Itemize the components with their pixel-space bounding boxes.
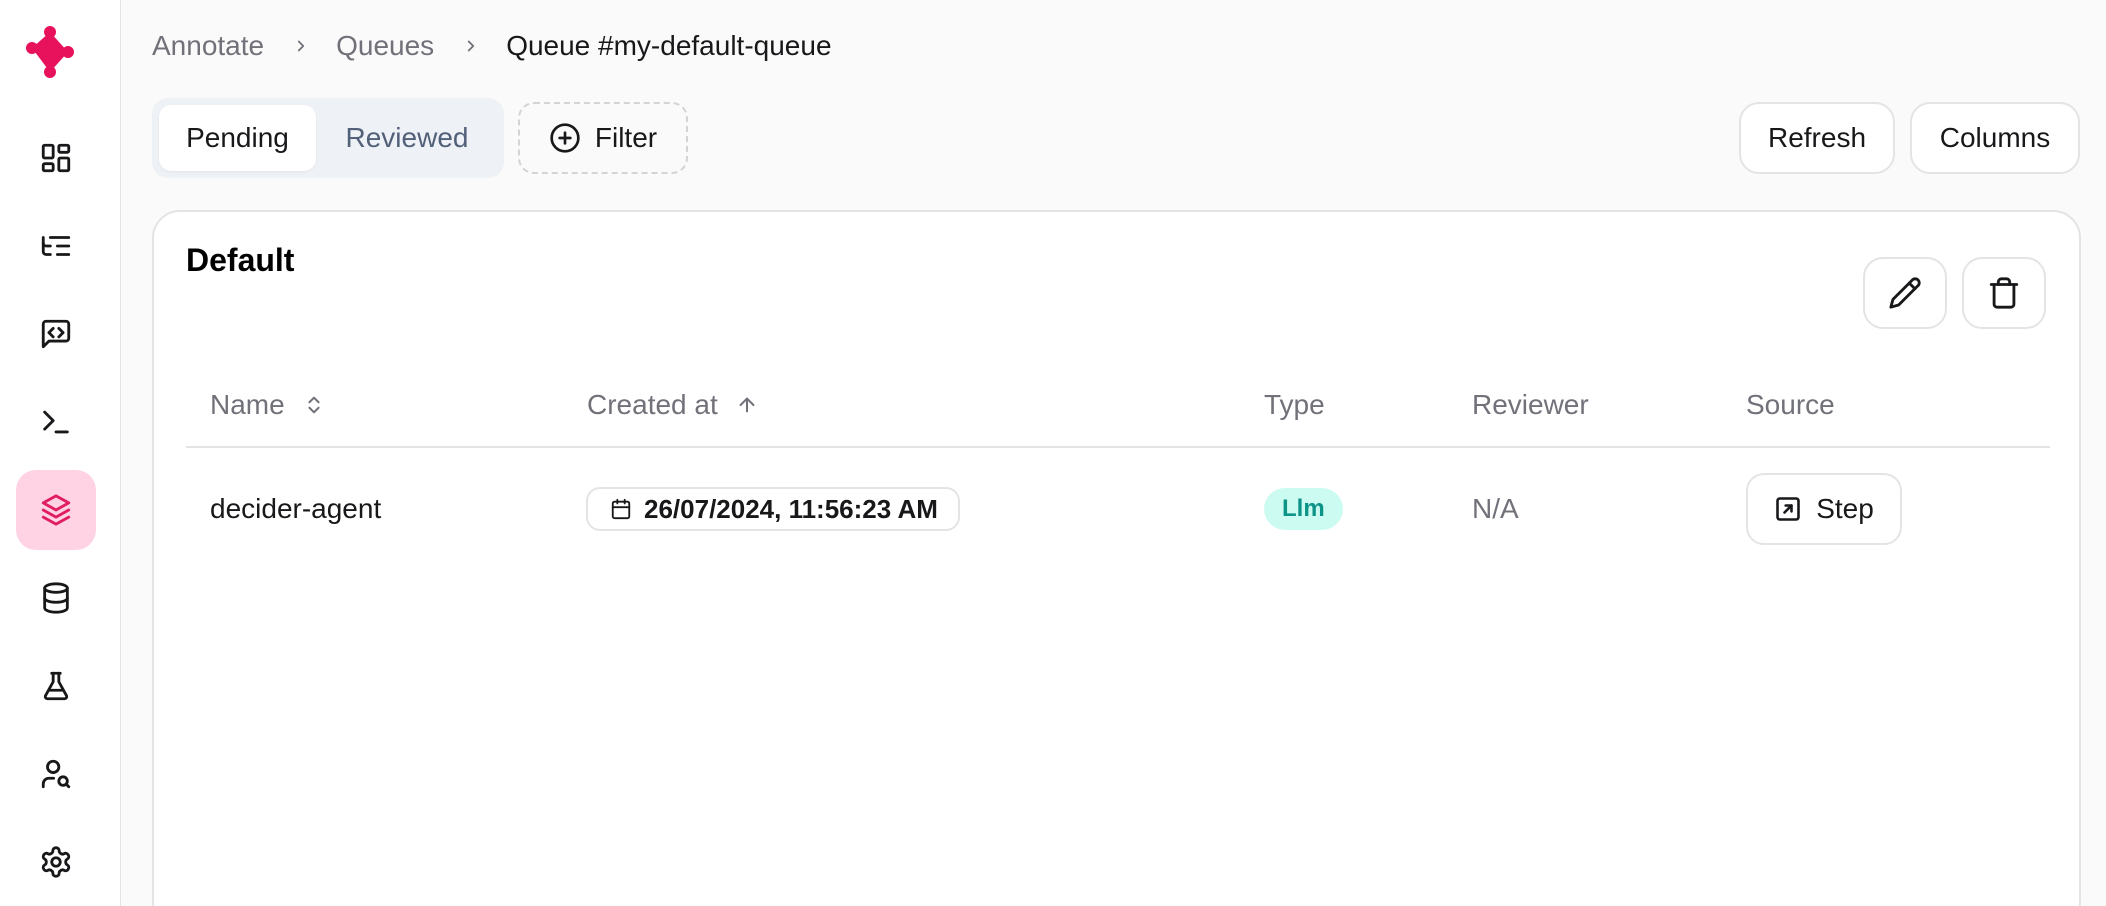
calendar-icon: [611, 498, 631, 520]
column-header-type: Type: [1264, 362, 1325, 448]
database-icon: [43, 582, 69, 614]
chevron-right-icon: [462, 37, 480, 55]
delete-queue-button[interactable]: [1962, 257, 2046, 329]
breadcrumb: Annotate Queues Queue #my-default-queue: [152, 26, 832, 66]
column-label-name: Name: [210, 389, 285, 420]
cell-name: decider-agent: [210, 493, 382, 524]
column-label-type: Type: [1264, 389, 1325, 420]
date-chip: 26/07/2024, 11:56:23 AM: [586, 487, 960, 531]
sidebar-item-experiments[interactable]: [16, 646, 96, 726]
column-label-reviewer: Reviewer: [1472, 389, 1589, 420]
table-header: Name Created at Type Reviewer Source: [186, 362, 2050, 448]
app-logo[interactable]: [20, 22, 80, 82]
sidebar-item-playground[interactable]: [16, 382, 96, 462]
sidebar-item-settings[interactable]: [16, 822, 96, 902]
tab-pending[interactable]: Pending: [159, 105, 316, 171]
breadcrumb-queues[interactable]: Queues: [336, 30, 434, 62]
cell-type: Llm: [1264, 448, 1343, 570]
trash-icon: [1989, 277, 2019, 309]
column-label-created-at: Created at: [587, 389, 718, 420]
main-content: Annotate Queues Queue #my-default-queue …: [121, 0, 2106, 906]
sidebar-item-datasets[interactable]: [16, 558, 96, 638]
column-header-name[interactable]: Name: [210, 362, 325, 448]
plus-circle-icon: [550, 123, 580, 153]
layers-icon: [41, 494, 71, 526]
filter-label: Filter: [594, 122, 658, 153]
layout-dashboard-icon: [41, 143, 71, 173]
sidebar-item-dashboard[interactable]: [16, 118, 96, 198]
queue-card: Default Name Created at Type Reviewer So…: [152, 210, 2081, 906]
tab-reviewed[interactable]: Reviewed: [318, 105, 496, 171]
breadcrumb-annotate[interactable]: Annotate: [152, 30, 264, 62]
type-badge: Llm: [1264, 488, 1343, 530]
cell-created-at: 26/07/2024, 11:56:23 AM: [586, 448, 960, 570]
step-source-button[interactable]: Step: [1746, 473, 1902, 545]
terminal-icon: [43, 410, 69, 434]
arrow-up-icon: [739, 397, 755, 413]
flask-icon: [43, 671, 69, 701]
step-label: Step: [1816, 493, 1874, 524]
sidebar-item-feedback[interactable]: [16, 294, 96, 374]
edit-queue-button[interactable]: [1863, 257, 1947, 329]
column-header-created-at[interactable]: Created at: [587, 362, 758, 448]
columns-button[interactable]: Columns: [1910, 102, 2080, 174]
status-tabs: Pending Reviewed: [152, 98, 504, 178]
user-search-icon: [41, 759, 71, 789]
created-at-value: 26/07/2024, 11:56:23 AM: [644, 493, 938, 524]
filter-button[interactable]: Filter: [518, 102, 688, 174]
sidebar: [0, 0, 121, 906]
sidebar-item-annotate[interactable]: [16, 470, 96, 550]
chevrons-up-down-icon: [308, 396, 320, 414]
column-header-reviewer: Reviewer: [1472, 362, 1589, 448]
column-label-source: Source: [1746, 389, 1835, 420]
sidebar-item-users[interactable]: [16, 734, 96, 814]
queue-title: Default: [186, 242, 295, 278]
cell-reviewer: N/A: [1472, 493, 1519, 524]
cell-source: Step: [1746, 448, 1902, 570]
pencil-icon: [1889, 277, 1921, 309]
chevron-right-icon: [292, 37, 310, 55]
breadcrumb-current: Queue #my-default-queue: [506, 30, 832, 61]
column-header-source: Source: [1746, 362, 1835, 448]
refresh-button[interactable]: Refresh: [1739, 102, 1895, 174]
external-link-icon: [1776, 497, 1800, 521]
message-code-icon: [41, 319, 71, 349]
settings-icon: [41, 846, 71, 878]
table-row[interactable]: decider-agent 26/07/2024, 11:56:23 AM Ll…: [186, 448, 2050, 570]
list-tree-icon: [41, 236, 71, 256]
sidebar-item-threads[interactable]: [16, 206, 96, 286]
